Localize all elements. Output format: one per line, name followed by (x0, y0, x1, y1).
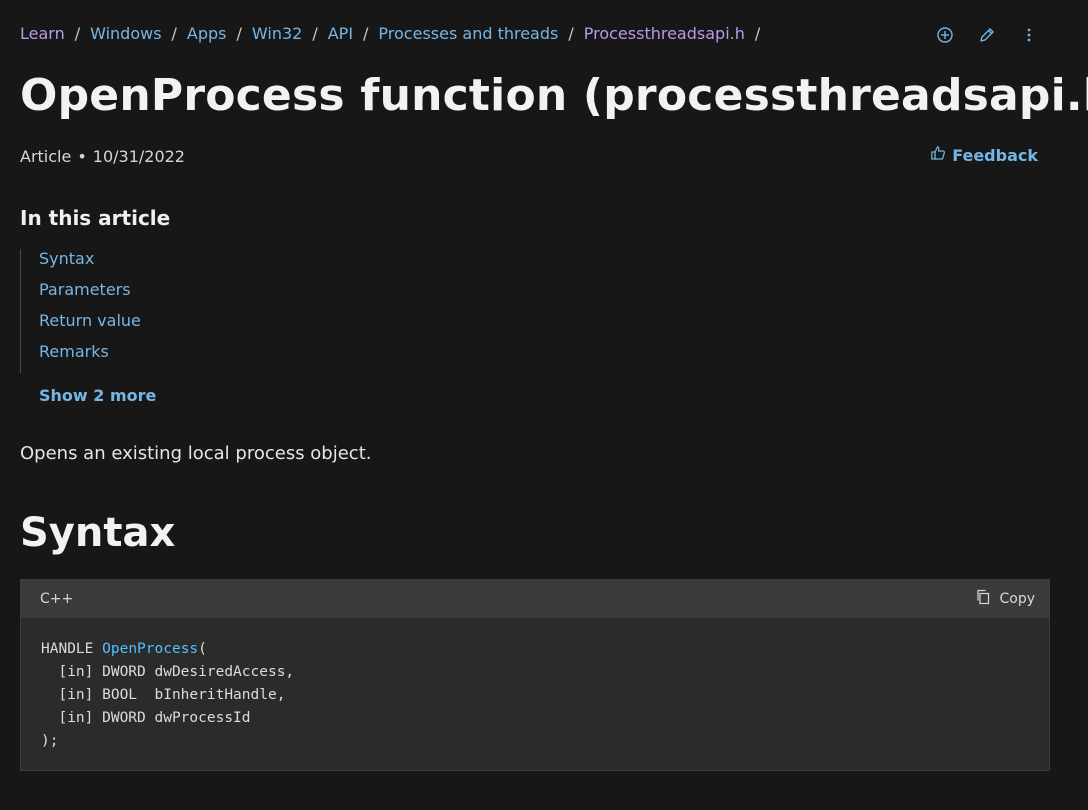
code-line: [in] DWORD dwDesiredAccess, (41, 664, 295, 680)
section-title-syntax: Syntax (20, 510, 176, 556)
feedback-label: Feedback (952, 145, 1038, 165)
code-block: C++ Copy HANDLE OpenProcess( [in] DWORD … (20, 579, 1050, 771)
toc-item: Syntax (39, 249, 141, 280)
code-line: [in] BOOL bInheritHandle, (41, 687, 286, 703)
breadcrumb-separator: / (363, 24, 369, 43)
toc-item: Return value (39, 311, 141, 342)
breadcrumb-separator: / (74, 24, 81, 43)
more-options-icon[interactable] (1018, 24, 1040, 46)
toc-link-syntax[interactable]: Syntax (39, 249, 94, 268)
toc-item: Parameters (39, 280, 141, 311)
article-type: Article (20, 147, 72, 166)
show-more-button[interactable]: Show 2 more (39, 386, 156, 405)
page-title: OpenProcess function (processthreadsapi.… (20, 70, 1088, 121)
copy-button[interactable]: Copy (975, 589, 1035, 609)
article-meta: Article • 10/31/2022 (20, 147, 185, 166)
breadcrumb-separator: / (171, 24, 177, 43)
feedback-button[interactable]: Feedback (930, 145, 1038, 165)
breadcrumb-separator: / (568, 24, 574, 43)
code-line: [in] DWORD dwProcessId (41, 710, 251, 726)
breadcrumb-win32[interactable]: Win32 (252, 24, 302, 43)
code-language: C++ (40, 591, 74, 607)
code-function-name: OpenProcess (102, 641, 199, 657)
breadcrumb-learn[interactable]: Learn (20, 24, 65, 43)
code-closing: ); (41, 733, 59, 749)
breadcrumb-api[interactable]: API (328, 24, 353, 43)
toc-link-remarks[interactable]: Remarks (39, 342, 109, 361)
breadcrumb-processes-and-threads[interactable]: Processes and threads (378, 24, 558, 43)
toc-title: In this article (20, 206, 171, 230)
code-open-paren: ( (198, 641, 207, 657)
thumbs-up-icon (930, 145, 946, 165)
copy-icon (975, 589, 991, 609)
code-content: HANDLE OpenProcess( [in] DWORD dwDesired… (21, 618, 1049, 753)
breadcrumb-windows[interactable]: Windows (90, 24, 161, 43)
add-collection-icon[interactable] (934, 24, 956, 46)
summary-text: Opens an existing local process object. (20, 443, 372, 464)
toc-link-parameters[interactable]: Parameters (39, 280, 131, 299)
page-actions (934, 24, 1040, 46)
code-header: C++ Copy (21, 580, 1049, 618)
toc-item: Remarks (39, 342, 141, 373)
edit-icon[interactable] (976, 24, 998, 46)
copy-label: Copy (999, 591, 1035, 607)
breadcrumb-separator: / (236, 24, 242, 43)
breadcrumb-apps[interactable]: Apps (187, 24, 227, 43)
toc-link-return-value[interactable]: Return value (39, 311, 141, 330)
meta-separator: • (77, 147, 87, 166)
breadcrumb-separator: / (754, 24, 761, 43)
code-return-type: HANDLE (41, 641, 94, 657)
breadcrumb: Learn / Windows / Apps / Win32 / API / P… (20, 24, 770, 43)
breadcrumb-separator: / (312, 24, 318, 43)
breadcrumb-processthreadsapi-h[interactable]: Processthreadsapi.h (584, 24, 745, 43)
toc-list: Syntax Parameters Return value Remarks (20, 249, 141, 373)
article-date: 10/31/2022 (92, 147, 185, 166)
